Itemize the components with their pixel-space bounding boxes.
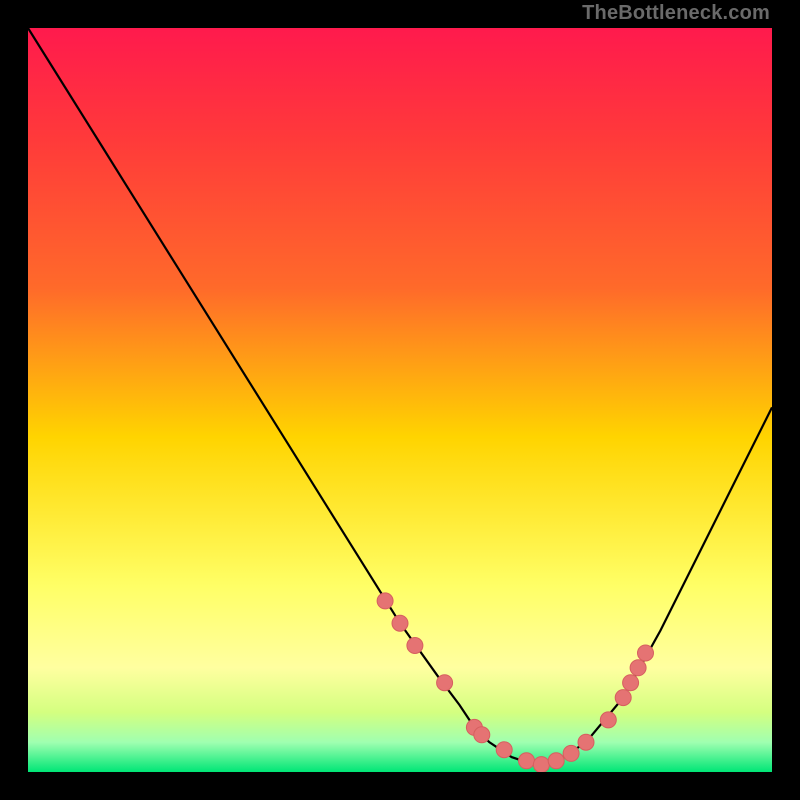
marker-dot (578, 734, 594, 750)
chart-frame: TheBottleneck.com (0, 0, 800, 800)
plot-area (28, 28, 772, 772)
marker-dot (638, 645, 654, 661)
marker-dot (623, 675, 639, 691)
marker-dot (437, 675, 453, 691)
marker-dot (630, 660, 646, 676)
marker-dot (533, 757, 549, 772)
marker-dot (392, 615, 408, 631)
watermark-text: TheBottleneck.com (582, 2, 770, 25)
highlight-markers (377, 593, 653, 772)
marker-dot (548, 753, 564, 769)
marker-dot (519, 753, 535, 769)
bottleneck-curve (28, 28, 772, 765)
marker-dot (407, 638, 423, 654)
marker-dot (600, 712, 616, 728)
curve-layer (28, 28, 772, 772)
marker-dot (496, 742, 512, 758)
marker-dot (615, 690, 631, 706)
marker-dot (563, 745, 579, 761)
marker-dot (377, 593, 393, 609)
marker-dot (474, 727, 490, 743)
